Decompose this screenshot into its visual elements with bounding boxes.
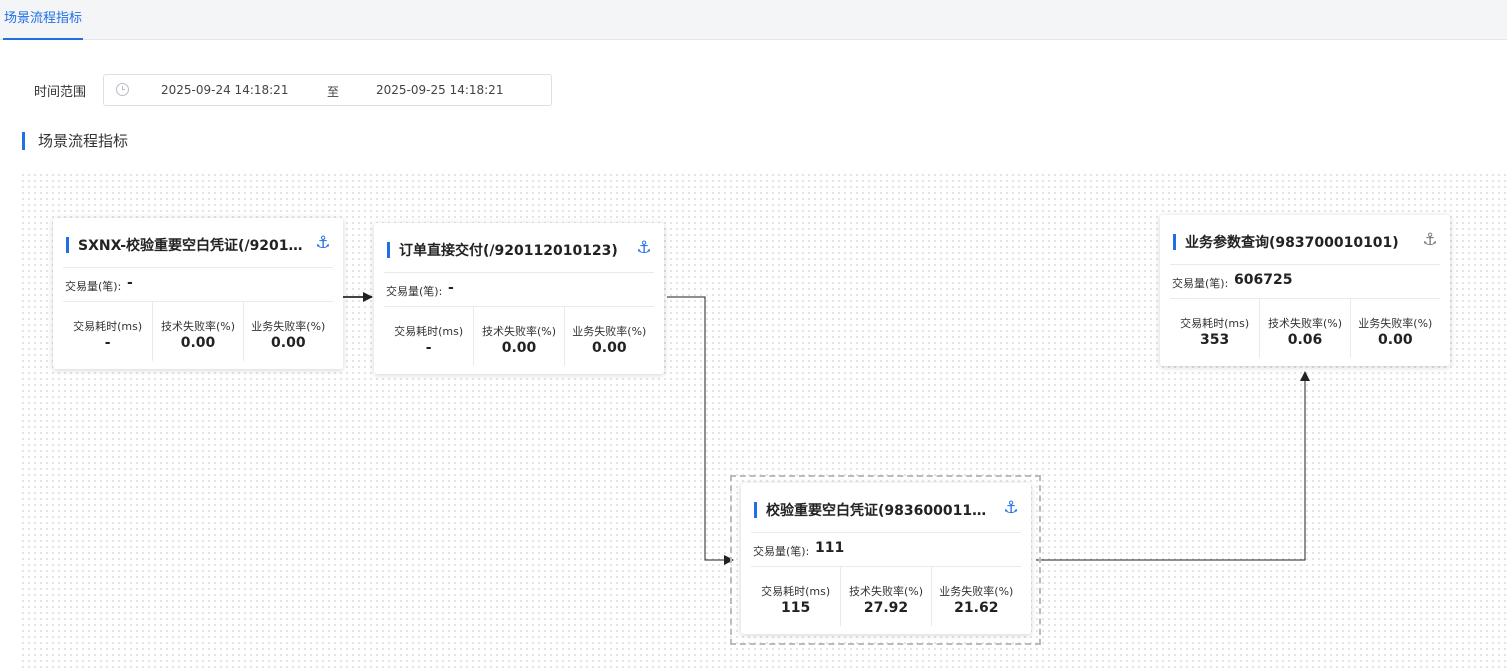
range-separator: 至: [327, 85, 340, 99]
clock-icon: [116, 83, 129, 96]
flow-node-sxnx[interactable]: SXNX-校验重要空白凭证(/92011... ⚓ 交易量(笔): - 交易耗时…: [53, 218, 343, 369]
volume-label: 交易量(笔):: [65, 280, 122, 293]
node-title: 业务参数查询(983700010101): [1185, 235, 1399, 251]
volume-label: 交易量(笔):: [1172, 277, 1229, 290]
metric-label: 业务失败率(%): [572, 325, 647, 338]
node-metrics: 交易耗时(ms) - 技术失败率(%) 0.00 业务失败率(%) 0.00: [384, 307, 654, 366]
volume-label: 交易量(笔):: [753, 545, 810, 558]
node-volume: 交易量(笔): 111: [751, 533, 1021, 567]
metric-tech-fail: 技术失败率(%) 0.06: [1259, 299, 1349, 358]
metric-label: 业务失败率(%): [939, 585, 1014, 598]
volume-value: 111: [815, 540, 845, 556]
range-start-input[interactable]: 2025-09-24 14:18:21: [161, 83, 288, 97]
metric-label: 技术失败率(%): [160, 320, 236, 333]
metric-value: 0.06: [1287, 332, 1323, 348]
node-accent-bar: [66, 237, 69, 253]
flow-node-order-delivery[interactable]: 订单直接交付(/920112010123) ⚓ 交易量(笔): - 交易耗时(m…: [374, 223, 664, 374]
metric-value: 0.00: [592, 340, 627, 356]
node-metrics: 交易耗时(ms) - 技术失败率(%) 0.00 业务失败率(%) 0.00: [63, 302, 333, 361]
date-range-picker[interactable]: 2025-09-24 14:18:21 至 2025-09-25 14:18:2…: [103, 74, 552, 106]
node-title: SXNX-校验重要空白凭证(/92011...: [78, 238, 303, 254]
anchor-icon[interactable]: ⚓: [634, 238, 654, 258]
metric-label: 交易耗时(ms): [73, 320, 143, 333]
node-title: 订单直接交付(/920112010123): [399, 243, 618, 259]
metric-latency: 交易耗时(ms) -: [63, 302, 152, 361]
metric-label: 技术失败率(%): [848, 585, 924, 598]
volume-value: 606725: [1234, 272, 1293, 288]
flow-node-verify-voucher[interactable]: 校验重要空白凭证(983600011514) ⚓ 交易量(笔): 111 交易耗…: [741, 483, 1031, 634]
node-volume: 交易量(笔): -: [63, 268, 333, 302]
metric-biz-fail: 业务失败率(%) 21.62: [930, 567, 1021, 626]
metric-value: 115: [781, 600, 811, 616]
metric-value: 0.00: [180, 335, 216, 351]
node-header: 业务参数查询(983700010101) ⚓: [1170, 215, 1440, 265]
node-accent-bar: [1173, 234, 1176, 250]
metric-label: 业务失败率(%): [1358, 317, 1433, 330]
metric-biz-fail: 业务失败率(%) 0.00: [242, 302, 333, 361]
metric-latency: 交易耗时(ms) 115: [751, 567, 840, 626]
metric-value: 353: [1200, 332, 1230, 348]
metric-value: 21.62: [954, 600, 999, 616]
node-metrics: 交易耗时(ms) 353 技术失败率(%) 0.06 业务失败率(%) 0.00: [1170, 299, 1440, 358]
metric-label: 交易耗时(ms): [394, 325, 464, 338]
metric-label: 技术失败率(%): [1267, 317, 1343, 330]
range-end-input[interactable]: 2025-09-25 14:18:21: [376, 83, 503, 97]
tab-bar: 场景流程指标: [0, 0, 1507, 40]
anchor-icon[interactable]: ⚓: [313, 233, 333, 253]
node-volume: 交易量(笔): -: [384, 273, 654, 307]
metric-value: -: [104, 335, 111, 351]
metric-value: 0.00: [501, 340, 537, 356]
metric-biz-fail: 业务失败率(%) 0.00: [563, 307, 654, 366]
metric-value: -: [425, 340, 432, 356]
metric-biz-fail: 业务失败率(%) 0.00: [1349, 299, 1440, 358]
metric-value: 0.00: [271, 335, 306, 351]
node-header: 校验重要空白凭证(983600011514) ⚓: [751, 483, 1021, 533]
time-range-label: 时间范围: [34, 85, 87, 100]
metric-tech-fail: 技术失败率(%) 0.00: [473, 307, 563, 366]
volume-value: -: [127, 275, 133, 291]
metric-label: 交易耗时(ms): [1180, 317, 1250, 330]
metric-value: 27.92: [863, 600, 909, 616]
metric-value: 0.00: [1378, 332, 1413, 348]
node-accent-bar: [754, 502, 757, 518]
volume-label: 交易量(笔):: [386, 285, 443, 298]
node-title: 校验重要空白凭证(983600011514): [766, 503, 991, 519]
metric-latency: 交易耗时(ms) -: [384, 307, 473, 366]
metric-label: 业务失败率(%): [251, 320, 326, 333]
metric-latency: 交易耗时(ms) 353: [1170, 299, 1259, 358]
node-metrics: 交易耗时(ms) 115 技术失败率(%) 27.92 业务失败率(%) 21.62: [751, 567, 1021, 626]
node-header: SXNX-校验重要空白凭证(/92011... ⚓: [63, 218, 333, 268]
section-title: 场景流程指标: [22, 132, 128, 150]
anchor-icon[interactable]: ⚓: [1420, 230, 1440, 250]
node-accent-bar: [387, 242, 390, 258]
node-volume: 交易量(笔): 606725: [1170, 265, 1440, 299]
metric-label: 技术失败率(%): [481, 325, 557, 338]
metric-label: 交易耗时(ms): [761, 585, 831, 598]
node-header: 订单直接交付(/920112010123) ⚓: [384, 223, 654, 273]
flow-node-param-query[interactable]: 业务参数查询(983700010101) ⚓ 交易量(笔): 606725 交易…: [1160, 215, 1450, 366]
metric-tech-fail: 技术失败率(%) 27.92: [840, 567, 930, 626]
tab-scene-flow-metrics[interactable]: 场景流程指标: [3, 0, 84, 40]
anchor-icon[interactable]: ⚓: [1001, 498, 1021, 518]
metric-tech-fail: 技术失败率(%) 0.00: [152, 302, 242, 361]
volume-value: -: [448, 280, 454, 296]
